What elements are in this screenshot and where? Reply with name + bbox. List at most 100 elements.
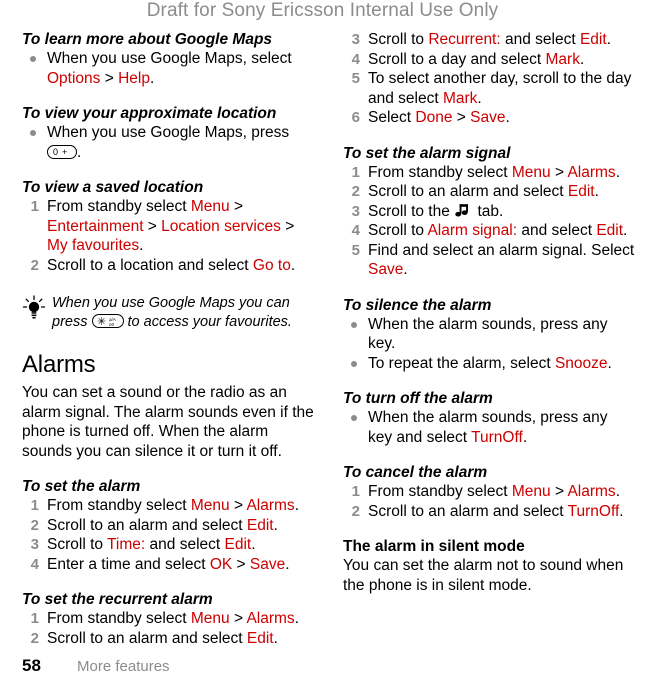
ui-string-location-services: Location services bbox=[161, 217, 281, 235]
list-item: 1 From standby select Menu > Alarms. bbox=[343, 482, 635, 502]
heading-learn-more-google-maps: To learn more about Google Maps bbox=[22, 31, 273, 48]
step-number: 1 bbox=[30, 610, 39, 627]
period: . bbox=[606, 31, 611, 48]
list-item: When the alarm sounds, press any key and… bbox=[343, 408, 635, 447]
tip-callout: When you use Google Maps you can press ✳… bbox=[22, 294, 314, 332]
step-text-part: Scroll to a day and select bbox=[368, 50, 546, 68]
list-item: To repeat the alarm, select Snooze. bbox=[343, 354, 635, 374]
page-number: 58 bbox=[22, 656, 41, 675]
ui-string-done: Done bbox=[415, 109, 453, 126]
separator: > bbox=[229, 610, 247, 627]
step-number: 2 bbox=[30, 256, 39, 274]
heading-alarm-in-silent-mode: The alarm in silent mode bbox=[343, 538, 525, 555]
period: . bbox=[285, 555, 290, 573]
ui-string-edit: Edit bbox=[246, 629, 274, 647]
step-text-part: From standby select bbox=[47, 198, 191, 215]
step-text-part: Scroll to an alarm and select bbox=[47, 629, 247, 647]
alarms-intro-paragraph: You can set a sound or the radio as an a… bbox=[22, 384, 314, 460]
ui-string-turnoff: TurnOff bbox=[567, 502, 620, 520]
step-number: 4 bbox=[30, 555, 39, 573]
heading-view-approximate-location: To view your approximate location bbox=[22, 105, 277, 122]
list-item: 1 From standby select Menu > Alarms. bbox=[22, 609, 314, 629]
ui-string-snooze: Snooze bbox=[554, 354, 608, 372]
step-text-part: To select another day, scroll to the day… bbox=[368, 70, 632, 107]
step-number: 6 bbox=[351, 109, 360, 126]
section-heading-alarms: Alarms bbox=[22, 351, 96, 378]
heading-set-recurrent-alarm: To set the recurrent alarm bbox=[22, 591, 213, 608]
step-number: 3 bbox=[351, 31, 360, 48]
ui-string-go-to: Go to bbox=[252, 256, 291, 274]
svg-text:✳: ✳ bbox=[97, 315, 106, 327]
separator: > bbox=[229, 198, 243, 215]
bullet-marker bbox=[30, 130, 36, 136]
period: . bbox=[579, 50, 585, 68]
step-text-part: From standby select bbox=[368, 163, 512, 181]
period: . bbox=[615, 483, 620, 500]
ui-string-alarm-signal: Alarm signal: bbox=[427, 222, 518, 239]
bullet-marker bbox=[30, 56, 36, 62]
ui-string-menu: Menu bbox=[190, 497, 230, 514]
ui-string-options: Options bbox=[47, 69, 101, 87]
step-number: 3 bbox=[30, 536, 39, 553]
step-text-part: When you use Google Maps, press bbox=[47, 124, 290, 141]
period: . bbox=[251, 536, 256, 553]
list-item: When you use Google Maps, press 0 +. bbox=[22, 123, 314, 162]
list-item: 5 To select another day, scroll to the d… bbox=[343, 69, 635, 108]
step-text-part: and select bbox=[145, 536, 225, 553]
list-set-recurrent-alarm: 1 From standby select Menu > Alarms. 2 S… bbox=[22, 609, 314, 648]
page-body: To learn more about Google Maps When you… bbox=[0, 30, 645, 648]
ui-string-alarms: Alarms bbox=[246, 497, 295, 514]
step-number: 2 bbox=[30, 629, 39, 647]
svg-text:+: + bbox=[62, 147, 67, 157]
period: . bbox=[403, 261, 408, 278]
ui-string-mark: Mark bbox=[545, 50, 580, 68]
period: . bbox=[77, 143, 82, 161]
ui-string-alarms: Alarms bbox=[567, 483, 616, 500]
list-item: 3 Scroll to the tab. bbox=[343, 202, 635, 222]
ui-string-ok: OK bbox=[209, 555, 233, 573]
separator: > bbox=[100, 69, 119, 87]
alarm-silent-mode-paragraph: You can set the alarm not to sound when … bbox=[343, 557, 624, 594]
list-item: 3 Scroll to Recurrent: and select Edit. bbox=[343, 30, 635, 50]
step-text-part: When you use Google Maps, select bbox=[47, 50, 292, 67]
ui-string-edit: Edit bbox=[224, 536, 252, 553]
ui-string-alarms: Alarms bbox=[246, 610, 295, 627]
list-item: 2 Scroll to an alarm and select Edit. bbox=[343, 182, 635, 202]
period: . bbox=[522, 428, 528, 446]
step-number: 1 bbox=[30, 198, 39, 215]
svg-text:n0: n0 bbox=[109, 322, 115, 327]
period: . bbox=[505, 109, 510, 126]
list-item: 1 From standby select Menu > Alarms. bbox=[343, 163, 635, 183]
list-item: 5 Find and select an alarm signal. Selec… bbox=[343, 241, 635, 280]
ui-string-save: Save bbox=[470, 109, 506, 126]
right-column: 3 Scroll to Recurrent: and select Edit. … bbox=[343, 30, 635, 595]
list-item: 2 Scroll to an alarm and select Edit. bbox=[22, 629, 314, 649]
step-number: 1 bbox=[30, 497, 39, 514]
ui-string-edit: Edit bbox=[579, 31, 607, 48]
heading-turn-off-the-alarm: To turn off the alarm bbox=[343, 390, 493, 407]
step-text-part: Scroll to bbox=[47, 536, 108, 553]
step-number: 2 bbox=[351, 502, 360, 520]
step-text-part: Select bbox=[368, 109, 416, 126]
separator: > bbox=[550, 163, 568, 181]
heading-silence-the-alarm: To silence the alarm bbox=[343, 296, 492, 314]
step-number: 4 bbox=[351, 50, 360, 68]
period: . bbox=[615, 163, 620, 181]
step-number: 3 bbox=[351, 202, 360, 220]
list-item: When you use Google Maps, select Options… bbox=[22, 49, 314, 88]
left-column: To learn more about Google Maps When you… bbox=[22, 30, 314, 648]
step-text-part: Scroll to an alarm and select bbox=[368, 183, 568, 200]
separator: > bbox=[143, 217, 162, 235]
ui-string-recurrent: Recurrent: bbox=[428, 31, 501, 48]
step-text-part: From standby select bbox=[47, 610, 191, 627]
draft-watermark-header: Draft for Sony Ericsson Internal Use Onl… bbox=[146, 0, 499, 21]
separator: > bbox=[232, 555, 250, 573]
period: . bbox=[623, 222, 628, 239]
